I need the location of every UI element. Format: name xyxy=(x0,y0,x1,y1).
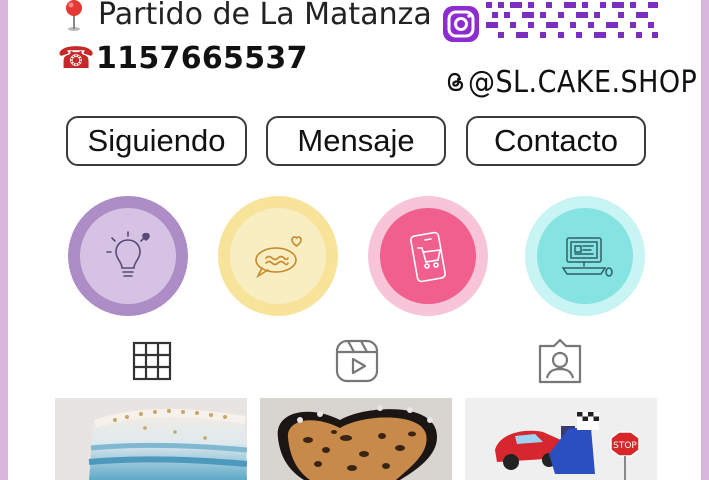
highlight-messages[interactable] xyxy=(218,196,338,316)
post-image-cars-cake: STOP xyxy=(465,398,657,480)
tab-tagged[interactable] xyxy=(535,336,585,386)
lightbulb-icon xyxy=(106,231,150,277)
following-button[interactable]: Siguiendo xyxy=(66,116,247,166)
threads-icon xyxy=(447,72,464,92)
post-image-leopard-cake xyxy=(260,398,452,480)
tagged-icon xyxy=(538,338,582,384)
contact-button[interactable]: Contacto xyxy=(466,116,646,166)
speech-bubble-icon xyxy=(255,236,302,279)
grid-icon xyxy=(132,341,172,381)
map-pin-icon xyxy=(66,0,82,31)
phone-number[interactable]: 1157665537 xyxy=(96,41,308,76)
location-row: Partido de La Matanza xyxy=(56,0,432,34)
highlight-shop[interactable] xyxy=(368,196,488,316)
post-thumbnail[interactable] xyxy=(260,398,452,480)
post-thumbnail[interactable]: STOP xyxy=(465,398,657,480)
phone-row[interactable]: ☎ 1157665537 xyxy=(56,38,308,78)
computer-icon xyxy=(561,237,613,277)
svg-text:STOP: STOP xyxy=(613,441,637,451)
message-button[interactable]: Mensaje xyxy=(266,116,446,166)
highlight-ideas[interactable] xyxy=(68,196,188,316)
profile-handle[interactable]: @SL.CAKE.SHOP xyxy=(468,65,697,100)
reels-icon xyxy=(335,339,379,383)
location-text: Partido de La Matanza xyxy=(98,0,432,32)
post-thumbnail[interactable] xyxy=(55,398,247,480)
highlight-online[interactable] xyxy=(525,196,645,316)
shopping-cart-phone-icon xyxy=(410,231,446,283)
tab-posts-grid[interactable] xyxy=(127,336,177,386)
instagram-icon[interactable] xyxy=(441,4,481,44)
telephone-icon: ☎ xyxy=(57,41,95,75)
handle-row[interactable]: @SL.CAKE.SHOP xyxy=(446,64,701,100)
profile-card: Partido de La Matanza ☎ 1157665537 @SL.C… xyxy=(8,0,701,480)
post-image-blue-cake xyxy=(55,398,247,480)
qr-code xyxy=(486,2,658,38)
tab-reels[interactable] xyxy=(332,336,382,386)
